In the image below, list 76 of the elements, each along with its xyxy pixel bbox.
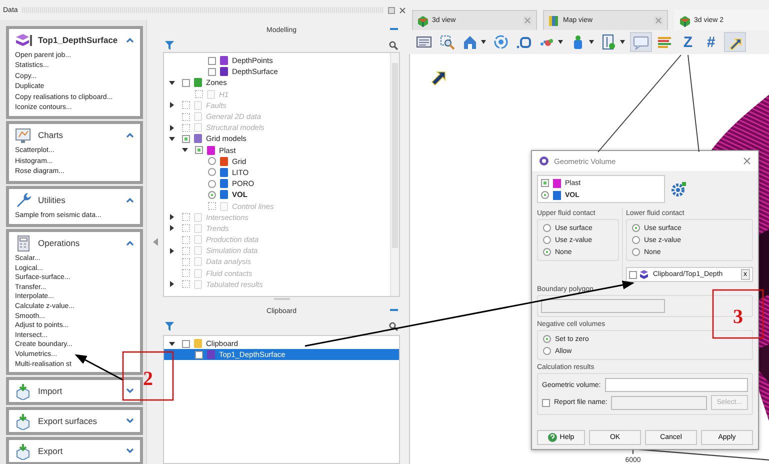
radio-button[interactable] bbox=[632, 236, 640, 244]
app-icon bbox=[539, 156, 549, 166]
comment-icon[interactable] bbox=[630, 32, 652, 52]
collapse-chevron-icon[interactable] bbox=[126, 196, 134, 203]
card-title[interactable]: Charts bbox=[38, 130, 64, 140]
expand-chevron-icon[interactable] bbox=[126, 418, 134, 424]
radio-button[interactable] bbox=[208, 157, 216, 166]
monitor-icon bbox=[14, 126, 33, 144]
tree-arrow-icon[interactable] bbox=[169, 136, 175, 142]
radio-button[interactable] bbox=[632, 248, 640, 256]
callout-number: 2 bbox=[143, 368, 153, 390]
callout-frame bbox=[122, 351, 174, 401]
checkbox[interactable] bbox=[542, 398, 550, 406]
card-title[interactable]: Operations bbox=[38, 238, 80, 248]
filter-icon[interactable] bbox=[165, 322, 174, 330]
settings-icon[interactable] bbox=[671, 181, 687, 197]
checkbox[interactable] bbox=[541, 179, 549, 187]
layers-icon bbox=[14, 32, 33, 48]
radio-button[interactable] bbox=[543, 236, 551, 244]
radio-button[interactable] bbox=[543, 335, 551, 343]
radio-button[interactable] bbox=[543, 248, 551, 256]
surface-icon bbox=[640, 270, 650, 279]
close-icon[interactable] bbox=[399, 6, 406, 14]
tree-arrow-icon[interactable] bbox=[182, 147, 188, 154]
checkbox[interactable] bbox=[182, 340, 190, 348]
callout-frame bbox=[712, 289, 764, 339]
radio-button[interactable] bbox=[208, 168, 216, 176]
expand-chevron-icon[interactable] bbox=[126, 388, 134, 394]
layer-icon bbox=[220, 202, 228, 211]
card-title[interactable]: Export surfaces bbox=[38, 416, 98, 426]
minimize-icon[interactable] bbox=[390, 309, 398, 312]
minimize-icon[interactable] bbox=[390, 28, 398, 31]
map-icon bbox=[548, 14, 560, 26]
collapse-chevron-icon[interactable] bbox=[126, 37, 134, 43]
checkbox[interactable] bbox=[208, 68, 216, 76]
radio-button[interactable] bbox=[632, 224, 640, 232]
search-icon[interactable] bbox=[389, 40, 398, 50]
radio-button[interactable] bbox=[541, 191, 549, 199]
close-icon[interactable] bbox=[743, 157, 751, 165]
tree-arrow-icon[interactable] bbox=[169, 80, 175, 86]
radio-button[interactable] bbox=[543, 347, 551, 355]
text-tool-button[interactable]: Z bbox=[678, 32, 698, 52]
collapse-chevron-icon[interactable] bbox=[126, 132, 134, 138]
close-icon[interactable] bbox=[523, 16, 532, 25]
help-icon bbox=[548, 433, 557, 442]
scrollbar[interactable] bbox=[390, 53, 399, 296]
arrow bbox=[74, 354, 124, 381]
checkbox[interactable] bbox=[195, 350, 203, 359]
callout-number: 3 bbox=[733, 306, 743, 328]
input-field[interactable] bbox=[604, 378, 748, 392]
card-title[interactable]: Utilities bbox=[38, 194, 66, 205]
cube-icon bbox=[417, 14, 429, 26]
card-title[interactable]: Export bbox=[38, 446, 63, 456]
search-icon[interactable] bbox=[389, 322, 398, 330]
filter-icon[interactable] bbox=[165, 40, 174, 50]
close-icon[interactable] bbox=[654, 16, 663, 25]
expand-chevron-icon[interactable] bbox=[126, 448, 134, 454]
compass-arrow-icon[interactable] bbox=[431, 72, 446, 86]
tree-arrow-icon[interactable] bbox=[169, 340, 175, 347]
input-field[interactable] bbox=[611, 396, 707, 410]
radio-button[interactable] bbox=[208, 190, 216, 199]
boundary-field[interactable] bbox=[541, 299, 665, 313]
checkbox[interactable] bbox=[629, 270, 637, 278]
collapse-arrow-icon[interactable] bbox=[152, 238, 158, 246]
checkbox[interactable] bbox=[182, 78, 190, 87]
collapse-chevron-icon[interactable] bbox=[126, 240, 134, 246]
cube-icon bbox=[679, 14, 691, 26]
checkbox[interactable] bbox=[182, 134, 190, 143]
checkbox[interactable] bbox=[195, 146, 203, 154]
radio-button[interactable] bbox=[208, 180, 216, 188]
float-icon[interactable] bbox=[388, 6, 395, 14]
radio-button[interactable] bbox=[543, 224, 551, 232]
card-title[interactable]: Import bbox=[38, 386, 62, 396]
card-title[interactable]: Top1_DepthSurface bbox=[38, 35, 118, 45]
checkbox[interactable] bbox=[208, 56, 216, 65]
text-tool-button[interactable]: # bbox=[701, 32, 721, 52]
